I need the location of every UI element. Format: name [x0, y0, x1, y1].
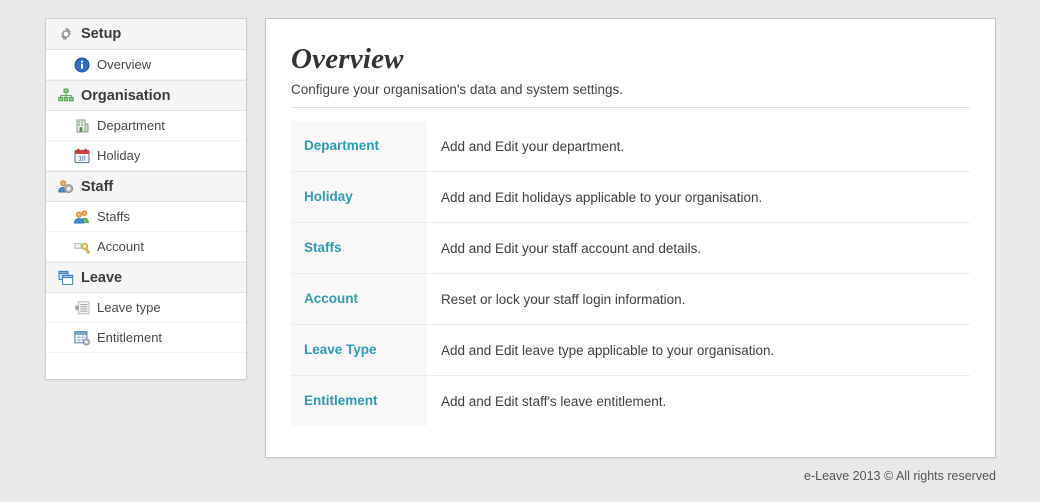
svg-text:10: 10 [79, 156, 86, 162]
calendar-icon: 10 [74, 148, 90, 164]
overview-link-cell: Account [291, 273, 427, 325]
overview-description: Add and Edit holidays applicable to your… [427, 171, 970, 223]
sidebar-section-leave[interactable]: Leave [46, 262, 246, 293]
key-icon [74, 239, 90, 255]
overview-link-cell: Staffs [291, 222, 427, 274]
overview-link-holiday[interactable]: Holiday [304, 189, 353, 204]
page-root: Setup Overview Organisation Department 10 Hol… [0, 0, 1040, 502]
main-content: Overview Configure your organisation's d… [266, 19, 995, 426]
sidebar-nav: Setup Overview Organisation Department 10 Hol… [46, 19, 246, 353]
sidebar-item-overview[interactable]: Overview [46, 50, 246, 80]
sidebar-item-label: Account [97, 239, 144, 254]
overview-link-leave-type[interactable]: Leave Type [304, 342, 377, 357]
overview-row: Holiday Add and Edit holidays applicable … [291, 171, 970, 223]
overview-row: Account Reset or lock your staff login in… [291, 273, 970, 325]
overview-description: Add and Edit your department. [427, 121, 970, 172]
sidebar-item-staffs[interactable]: Staffs [46, 202, 246, 232]
sidebar-item-label: Overview [97, 57, 152, 72]
sidebar-section-setup[interactable]: Setup [46, 19, 246, 50]
sidebar-item-account[interactable]: Account [46, 232, 246, 262]
overview-link-account[interactable]: Account [304, 291, 358, 306]
sidebar-item-holiday[interactable]: 10 Holiday [46, 141, 246, 171]
main-panel: Overview Configure your organisation's d… [265, 18, 996, 458]
overview-row: Department Add and Edit your department. [291, 121, 970, 172]
sidebar-section-label: Staff [81, 178, 114, 195]
users-icon [74, 209, 90, 225]
overview-link-cell: Holiday [291, 171, 427, 223]
gear-icon [58, 26, 74, 42]
overview-table: Department Add and Edit your department. H… [291, 121, 970, 426]
footer-copyright: e-Leave 2013 © All rights reserved [804, 469, 996, 483]
title-divider [291, 107, 970, 108]
list-icon [74, 300, 90, 316]
sidebar-item-label: Holiday [97, 148, 141, 163]
sidebar-section-organisation[interactable]: Organisation [46, 80, 246, 111]
users-gear-icon [58, 179, 74, 195]
windows-stack-icon [58, 270, 74, 286]
sidebar-item-label: Entitlement [97, 330, 163, 345]
sidebar: Setup Overview Organisation Department 10 Hol… [45, 18, 247, 380]
overview-description: Add and Edit staff's leave entitlement. [427, 375, 970, 426]
overview-link-department[interactable]: Department [304, 138, 379, 153]
sidebar-section-label: Leave [81, 269, 123, 286]
page-title: Overview [291, 43, 404, 75]
sidebar-item-department[interactable]: Department [46, 111, 246, 141]
sidebar-section-label: Setup [81, 26, 122, 42]
table-gear-icon [74, 330, 90, 346]
sidebar-item-entitlement[interactable]: Entitlement [46, 323, 246, 353]
overview-row: Staffs Add and Edit your staff account an… [291, 222, 970, 274]
sidebar-item-leave-type[interactable]: Leave type [46, 293, 246, 323]
sidebar-section-staff[interactable]: Staff [46, 171, 246, 202]
overview-link-cell: Leave Type [291, 324, 427, 376]
building-icon [74, 118, 90, 134]
sidebar-item-label: Leave type [97, 300, 161, 315]
overview-link-cell: Department [291, 121, 427, 172]
overview-description: Add and Edit leave type applicable to yo… [427, 324, 970, 376]
overview-description: Add and Edit your staff account and deta… [427, 222, 970, 274]
org-chart-icon [58, 88, 74, 104]
overview-link-cell: Entitlement [291, 375, 427, 426]
overview-link-entitlement[interactable]: Entitlement [304, 393, 378, 408]
sidebar-section-label: Organisation [81, 87, 171, 104]
page-subtitle: Configure your organisation's data and s… [291, 82, 624, 97]
overview-table-body: Department Add and Edit your department. H… [291, 121, 970, 426]
sidebar-item-label: Staffs [97, 209, 131, 224]
sidebar-item-label: Department [97, 118, 165, 133]
overview-row: Leave Type Add and Edit leave type applic… [291, 324, 970, 376]
info-circle-icon [74, 57, 90, 73]
overview-row: Entitlement Add and Edit staff's leave en… [291, 375, 970, 426]
overview-description: Reset or lock your staff login informati… [427, 273, 970, 325]
overview-link-staffs[interactable]: Staffs [304, 240, 342, 255]
